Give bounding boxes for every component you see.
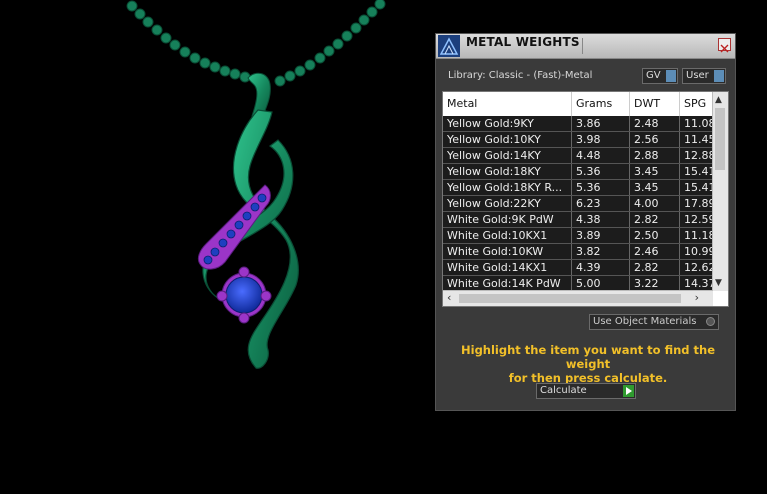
cell-dwt: 3.45 [630, 180, 680, 195]
scroll-up-icon[interactable]: ▲ [715, 95, 722, 105]
cell-grams: 6.23 [572, 196, 630, 211]
cell-dwt: 2.56 [630, 132, 680, 147]
vertical-scroll-thumb[interactable] [715, 108, 725, 170]
cell-dwt: 2.48 [630, 116, 680, 131]
close-button[interactable] [718, 38, 731, 53]
cell-grams: 4.48 [572, 148, 630, 163]
metal-weights-panel: METAL WEIGHTS Library: Classic - (Fast)-… [435, 33, 736, 411]
table-row[interactable]: Yellow Gold:14KY 4.48 2.88 12.88 [443, 148, 716, 164]
cell-dwt: 2.82 [630, 212, 680, 227]
cell-metal: Yellow Gold:10KY [443, 132, 572, 147]
cell-metal: White Gold:10KW [443, 244, 572, 259]
cell-metal: Yellow Gold:18KY R... [443, 180, 572, 195]
table-row[interactable]: Yellow Gold:10KY 3.98 2.56 11.45 [443, 132, 716, 148]
vertical-scrollbar[interactable]: ▲ ▼ [712, 92, 728, 291]
cell-metal: Yellow Gold:22KY [443, 196, 572, 211]
cell-grams: 5.00 [572, 276, 630, 291]
cell-dwt: 2.46 [630, 244, 680, 259]
table-row[interactable]: Yellow Gold:22KY 6.23 4.00 17.89 [443, 196, 716, 212]
horizontal-scroll-thumb[interactable] [459, 294, 681, 303]
table-row[interactable]: White Gold:10KW 3.82 2.46 10.99 [443, 244, 716, 260]
close-icon [720, 44, 729, 53]
play-arrow-icon [623, 385, 634, 397]
library-label: Library: Classic - (Fast)-Metal [448, 70, 593, 81]
table-row[interactable]: White Gold:10KX1 3.89 2.50 11.18 [443, 228, 716, 244]
table-header: Metal Grams DWT SPG [443, 92, 713, 117]
cell-dwt: 3.22 [630, 276, 680, 291]
horizontal-scrollbar[interactable]: ‹ › [443, 290, 713, 306]
table-row[interactable]: Yellow Gold:18KY R... 5.36 3.45 15.41 [443, 180, 716, 196]
pendant-render [126, 0, 386, 369]
cell-dwt: 2.82 [630, 260, 680, 275]
panel-titlebar[interactable]: METAL WEIGHTS [436, 34, 735, 59]
scroll-right-icon[interactable]: › [695, 291, 699, 304]
cell-metal: Yellow Gold:14KY [443, 148, 572, 163]
column-header-grams[interactable]: Grams [572, 92, 630, 116]
cell-metal: White Gold:14KX1 [443, 260, 572, 275]
cell-metal: White Gold:9K PdW [443, 212, 572, 227]
center-gem [216, 266, 272, 324]
metal-table[interactable]: Metal Grams DWT SPG Yellow Gold:9KY 3.86 2… [442, 91, 729, 307]
cell-dwt: 2.50 [630, 228, 680, 243]
cell-grams: 4.39 [572, 260, 630, 275]
cell-metal: White Gold:14K PdW [443, 276, 572, 291]
title-divider [582, 38, 583, 54]
app-logo-icon [438, 35, 460, 57]
user-toggle-knob [714, 70, 724, 82]
user-toggle-label: User [686, 70, 709, 81]
table-row[interactable]: White Gold:9K PdW 4.38 2.82 12.59 [443, 212, 716, 228]
scroll-down-icon[interactable]: ▼ [715, 278, 722, 288]
gv-toggle-label: GV [646, 70, 661, 81]
instruction-line-1: Highlight the item you want to find the … [461, 343, 715, 371]
use-object-materials-label: Use Object Materials [593, 316, 697, 327]
calculate-label: Calculate [540, 385, 587, 396]
panel-title: METAL WEIGHTS [466, 35, 580, 49]
table-row[interactable]: White Gold:14KX1 4.39 2.82 12.62 [443, 260, 716, 276]
use-object-materials-option[interactable]: Use Object Materials [589, 314, 719, 330]
cell-grams: 3.82 [572, 244, 630, 259]
user-toggle[interactable]: User [682, 68, 726, 84]
calculate-button[interactable]: Calculate [536, 383, 636, 399]
cell-metal: Yellow Gold:18KY [443, 164, 572, 179]
cell-metal: White Gold:10KX1 [443, 228, 572, 243]
cell-grams: 5.36 [572, 180, 630, 195]
table-row[interactable]: Yellow Gold:18KY 5.36 3.45 15.41 [443, 164, 716, 180]
cell-grams: 3.98 [572, 132, 630, 147]
cell-dwt: 4.00 [630, 196, 680, 211]
gv-toggle-knob [666, 70, 676, 82]
scroll-left-icon[interactable]: ‹ [447, 291, 451, 304]
cell-metal: Yellow Gold:9KY [443, 116, 572, 131]
column-header-dwt[interactable]: DWT [630, 92, 680, 116]
column-header-metal[interactable]: Metal [443, 92, 572, 116]
cell-grams: 5.36 [572, 164, 630, 179]
instruction-text: Highlight the item you want to find the … [448, 343, 728, 385]
radio-icon [706, 317, 715, 326]
cell-dwt: 2.88 [630, 148, 680, 163]
cell-grams: 4.38 [572, 212, 630, 227]
cell-dwt: 3.45 [630, 164, 680, 179]
cell-grams: 3.86 [572, 116, 630, 131]
cell-grams: 3.89 [572, 228, 630, 243]
3d-viewport[interactable] [0, 0, 430, 490]
table-row[interactable]: Yellow Gold:9KY 3.86 2.48 11.08 [443, 116, 716, 132]
gv-toggle[interactable]: GV [642, 68, 678, 84]
